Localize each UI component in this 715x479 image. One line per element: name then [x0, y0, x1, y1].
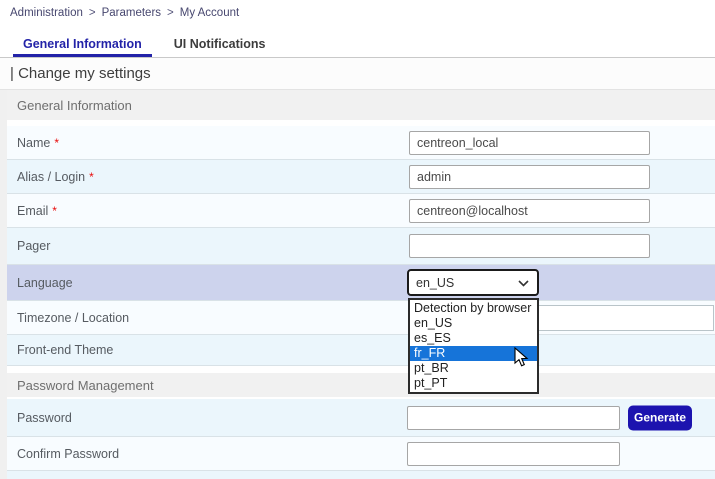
section-header-general-information: General Information [7, 90, 715, 120]
language-dropdown: Detection by browser en_US es_ES fr_FR p… [408, 298, 539, 394]
generate-password-button[interactable]: Generate [628, 405, 692, 430]
left-margin-strip [0, 90, 7, 479]
language-selected-value: en_US [416, 276, 454, 290]
breadcrumb-item-parameters[interactable]: Parameters [102, 7, 161, 19]
frontend-theme-label: Front-end Theme [17, 343, 113, 357]
required-marker: * [52, 204, 57, 218]
form-row-language: Language en_US [7, 265, 715, 301]
breadcrumb-item-my-account[interactable]: My Account [180, 7, 239, 19]
form-row-name: Name * [7, 126, 715, 160]
password-label: Password [17, 411, 72, 425]
breadcrumb-separator: > [89, 7, 96, 19]
tab-bar: General Information UI Notifications [0, 28, 715, 58]
tab-general-information[interactable]: General Information [13, 31, 152, 57]
name-input[interactable] [409, 131, 650, 155]
alias-login-label: Alias / Login [17, 170, 85, 184]
language-label: Language [17, 276, 73, 290]
next-row-sliver [7, 471, 715, 479]
dropdown-option-en-us[interactable]: en_US [410, 316, 537, 331]
email-label: Email [17, 204, 48, 218]
email-input[interactable] [409, 199, 650, 223]
settings-form: General Information Name * Alias / Login… [7, 90, 715, 479]
form-row-email: Email * [7, 194, 715, 228]
mouse-cursor-icon [514, 347, 529, 373]
required-marker: * [54, 136, 59, 150]
chevron-down-icon [518, 276, 529, 290]
alias-login-input[interactable] [409, 165, 650, 189]
form-row-pager: Pager [7, 228, 715, 265]
password-input[interactable] [407, 406, 620, 430]
timezone-label: Timezone / Location [17, 311, 129, 325]
name-label: Name [17, 136, 50, 150]
dropdown-option-es-es[interactable]: es_ES [410, 331, 537, 346]
form-row-alias-login: Alias / Login * [7, 160, 715, 194]
breadcrumb-separator: > [167, 7, 174, 19]
confirm-password-input[interactable] [407, 442, 620, 466]
pager-label: Pager [17, 239, 50, 253]
breadcrumb: Administration > Parameters > My Account [0, 0, 715, 28]
section-header-password-management: Password Management [7, 373, 715, 397]
language-select[interactable]: en_US [407, 269, 539, 296]
breadcrumb-item-administration[interactable]: Administration [10, 7, 83, 19]
dropdown-option-detection-by-browser[interactable]: Detection by browser [410, 301, 537, 316]
required-marker: * [89, 170, 94, 184]
pager-input[interactable] [409, 234, 650, 258]
form-row-timezone: Timezone / Location [7, 301, 715, 335]
dropdown-option-pt-pt[interactable]: pt_PT [410, 376, 537, 391]
form-row-frontend-theme: Front-end Theme [7, 335, 715, 366]
section-gap [7, 366, 715, 373]
confirm-password-label: Confirm Password [17, 447, 119, 461]
page-title: | Change my settings [0, 58, 715, 90]
form-row-confirm-password: Confirm Password [7, 437, 715, 471]
tab-ui-notifications[interactable]: UI Notifications [164, 31, 276, 57]
form-row-password: Password Generate [7, 399, 715, 437]
